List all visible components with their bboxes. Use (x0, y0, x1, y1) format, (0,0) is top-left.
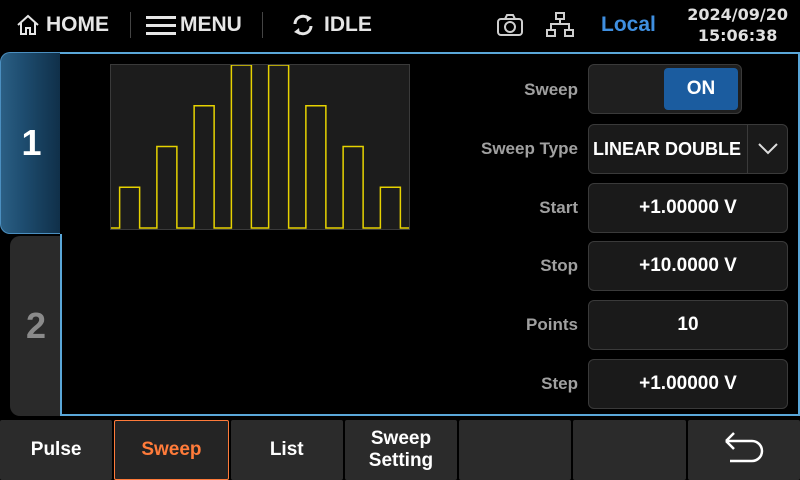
divider (262, 12, 263, 38)
home-label: HOME (46, 13, 109, 36)
waveform-trace (111, 64, 409, 229)
sweep-on-button[interactable]: ON (664, 68, 738, 110)
menu-button[interactable]: MENU (146, 0, 242, 50)
start-label: Start (539, 198, 578, 217)
stop-label: Stop (540, 256, 578, 275)
sweep-toggle[interactable]: ON (588, 64, 742, 114)
softkey-bar: Pulse Sweep List Sweep Setting (0, 420, 800, 480)
points-field[interactable]: 10 (588, 300, 788, 350)
sweep-softkey[interactable]: Sweep (114, 420, 229, 480)
sweep-type-label: Sweep Type (481, 139, 578, 158)
camera-icon (496, 13, 524, 37)
panel-border (60, 234, 62, 416)
refresh-icon (290, 12, 316, 38)
home-button[interactable]: HOME (16, 0, 109, 50)
clock: 2024/09/20 15:06:38 (687, 4, 788, 46)
network-icon (546, 12, 574, 38)
sweep-type-value: LINEAR DOUBLE (593, 138, 741, 159)
channel-tab-2[interactable]: 2 (10, 236, 62, 416)
chevron-down-icon[interactable] (747, 125, 787, 173)
step-label: Step (541, 374, 578, 393)
home-icon (16, 14, 40, 36)
menu-label: MENU (180, 13, 242, 36)
stop-field[interactable]: +10.0000 V (588, 241, 788, 291)
back-icon (722, 429, 766, 471)
points-label: Points (526, 315, 578, 334)
run-status: IDLE (290, 0, 372, 50)
sweep-setting-softkey[interactable]: Sweep Setting (344, 420, 458, 480)
sweep-label: Sweep (524, 80, 578, 99)
pulse-softkey[interactable]: Pulse (0, 420, 113, 480)
channel-tab-1[interactable]: 1 (0, 52, 62, 234)
list-softkey[interactable]: List (230, 420, 343, 480)
screenshot-button[interactable] (496, 0, 524, 50)
status-label: IDLE (324, 13, 372, 36)
back-softkey[interactable] (687, 420, 800, 480)
step-field[interactable]: +1.00000 V (588, 359, 788, 409)
sweep-waveform-preview (110, 64, 410, 230)
divider (130, 12, 131, 38)
top-bar: HOME MENU IDLE Local 2024/09/20 15:06:38 (0, 0, 800, 50)
time-text: 15:06:38 (697, 26, 778, 45)
sweep-type-select[interactable]: LINEAR DOUBLE (588, 124, 788, 174)
start-field[interactable]: +1.00000 V (588, 183, 788, 233)
network-indicator (546, 0, 574, 50)
waveform-graph (111, 64, 409, 229)
date-text: 2024/09/20 (687, 5, 788, 24)
remote-local-status: Local (601, 13, 656, 36)
blank-softkey[interactable] (459, 420, 572, 480)
blank-softkey[interactable] (573, 420, 686, 480)
menu-icon (146, 14, 176, 36)
